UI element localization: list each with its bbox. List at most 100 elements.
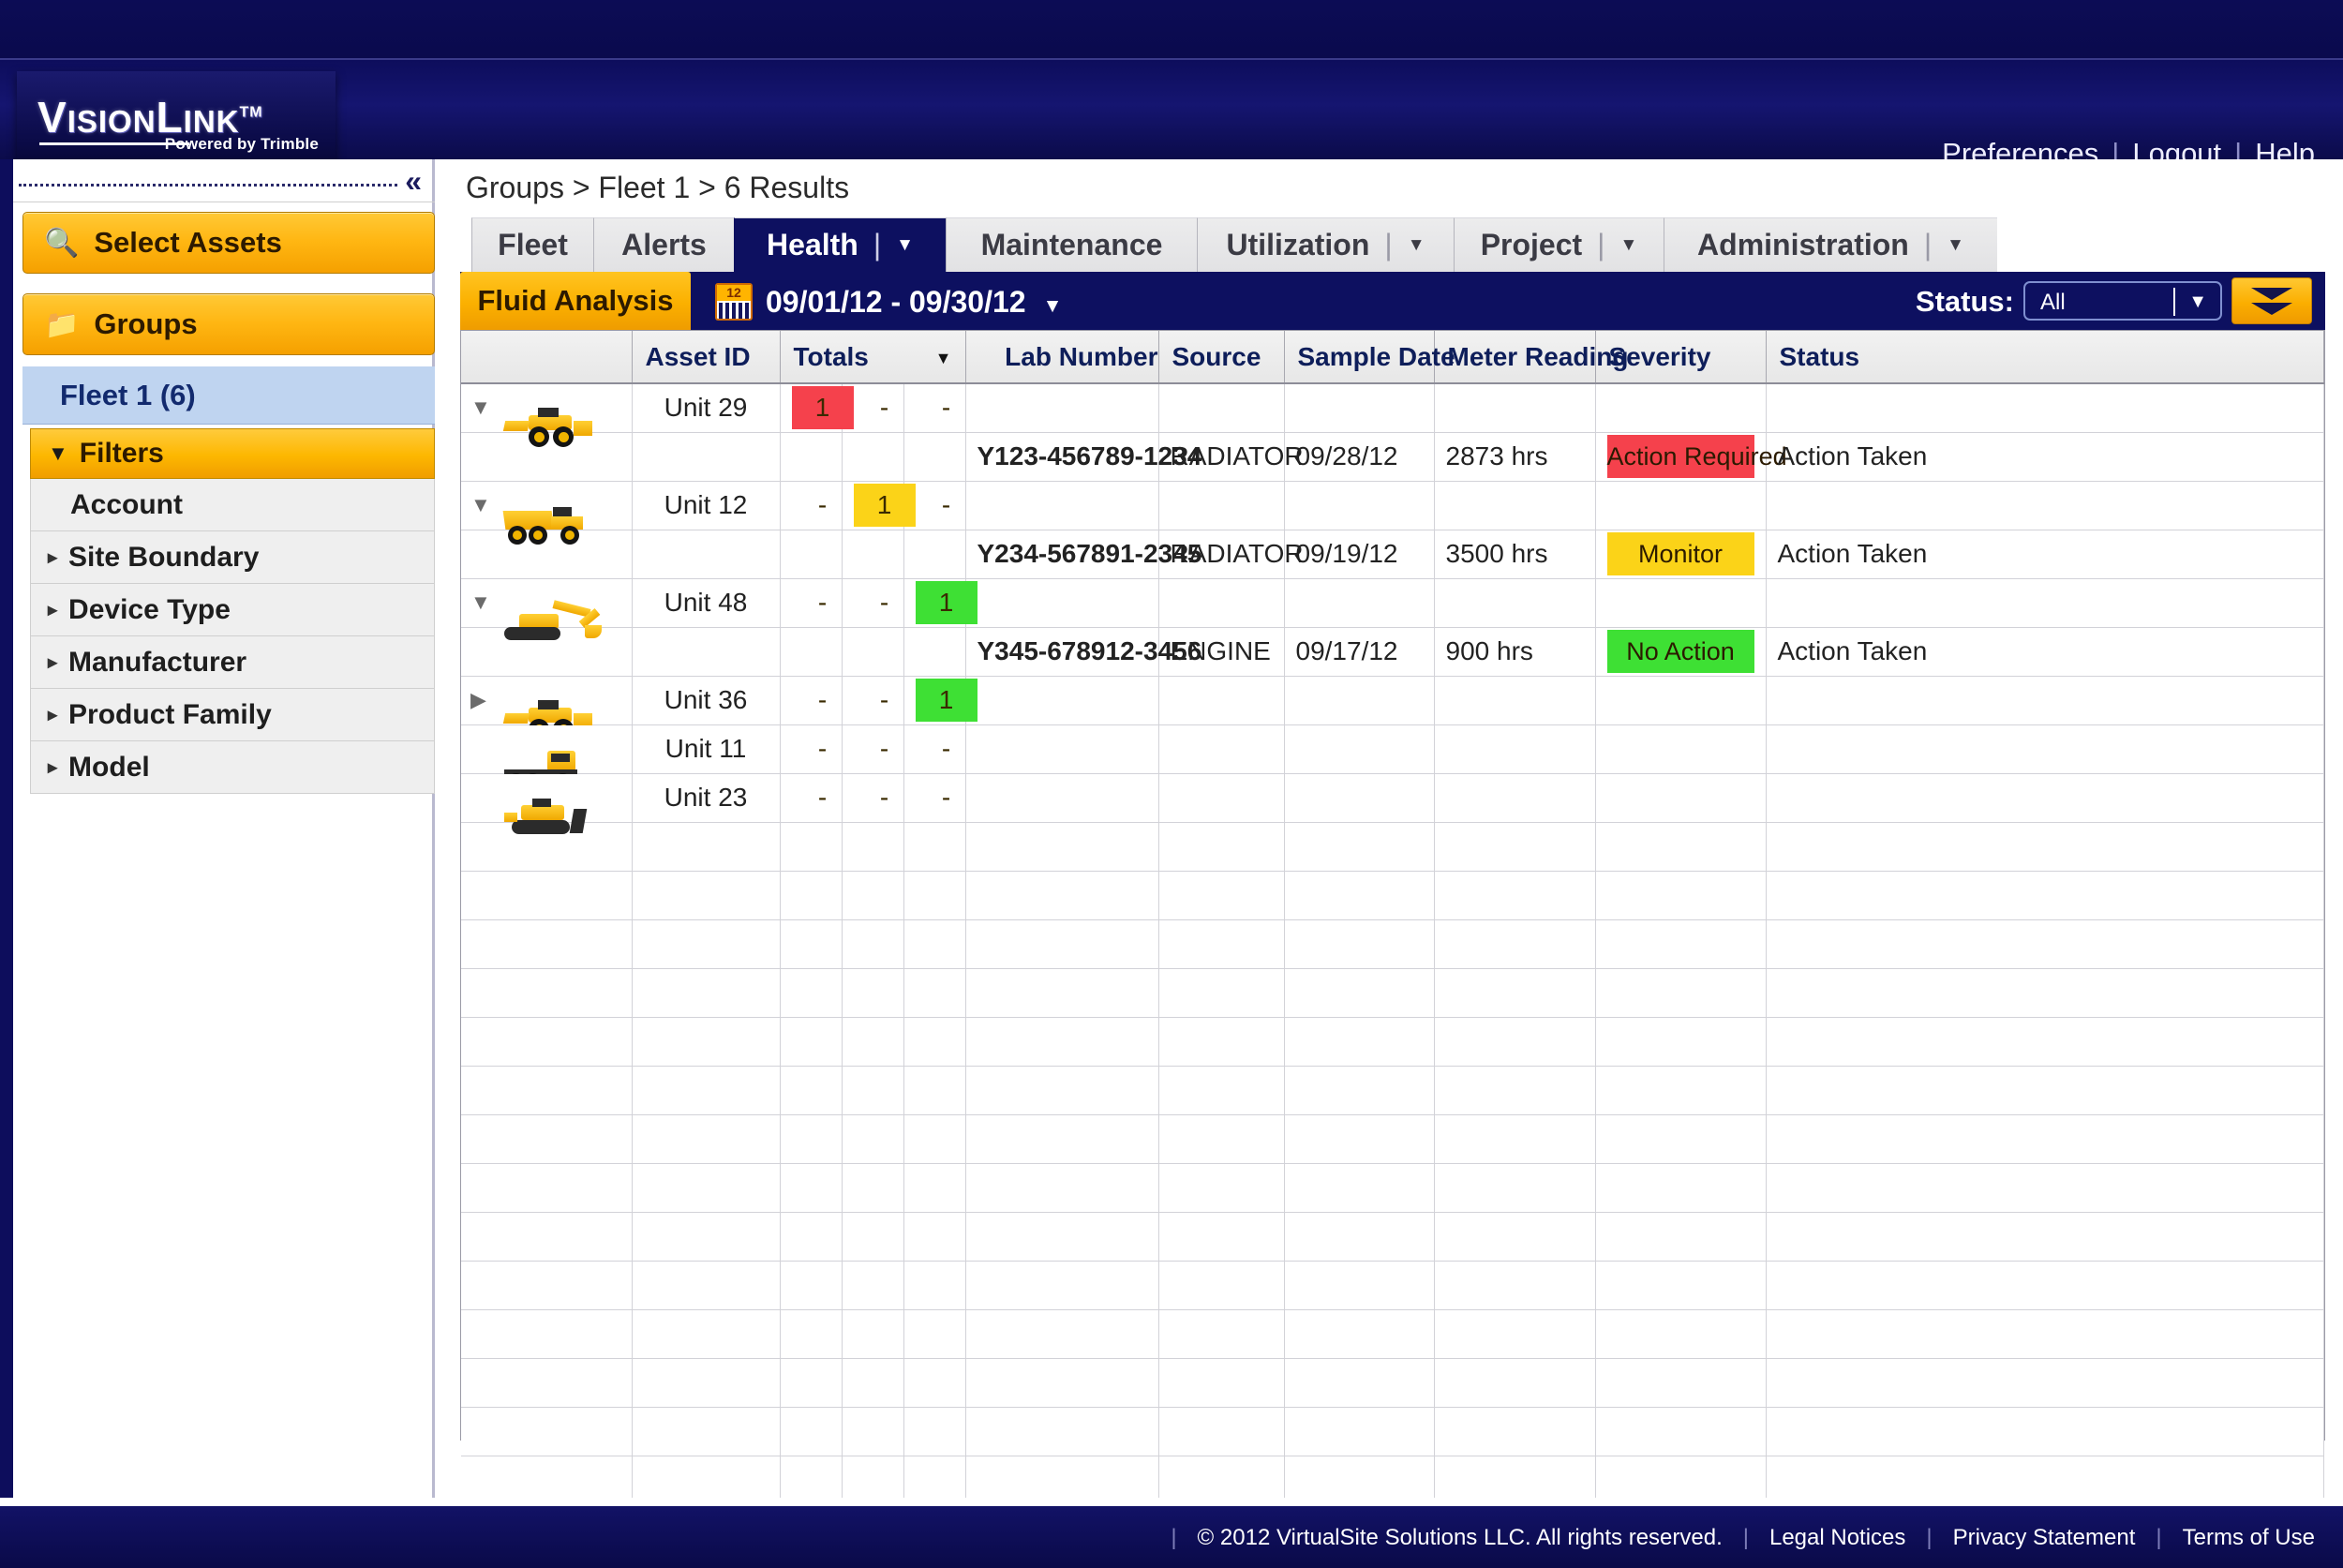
collapse-sidebar-icon[interactable]: « <box>405 165 422 197</box>
empty-cell <box>903 822 966 872</box>
asset-row[interactable]: Unit 23 - - - <box>461 773 2324 834</box>
filters-header[interactable]: ▼ Filters <box>30 428 435 479</box>
sort-caret-icon[interactable]: ▼ <box>935 349 952 368</box>
sample-detail-row[interactable]: Y345-678912-3456 ENGINE 09/17/12 900 hrs No … <box>461 627 2324 677</box>
search-icon: 🔍 <box>44 227 80 259</box>
asset-icon-cell[interactable]: ▼ <box>461 481 633 545</box>
empty-cell <box>1284 968 1435 1018</box>
tab-alerts[interactable]: Alerts <box>593 217 734 272</box>
sample-date-cell: 09/19/12 <box>1284 530 1435 579</box>
tab-health[interactable]: Health | ▼ <box>734 217 946 272</box>
status-select-value: All <box>2040 290 2066 315</box>
tab-maintenance[interactable]: Maintenance <box>946 217 1197 272</box>
empty-cell <box>1284 1017 1435 1067</box>
asset-icon-cell[interactable] <box>461 724 633 789</box>
footer-link-privacy-statement[interactable]: Privacy Statement <box>1953 1525 2136 1551</box>
empty-cell <box>1595 1017 1767 1067</box>
asset-icon-cell[interactable] <box>461 773 633 834</box>
chevron-down-icon[interactable]: ▼ <box>1619 235 1637 256</box>
filter-button[interactable] <box>2231 277 2312 324</box>
asset-row[interactable]: ▼ Unit 48- -1 <box>461 578 2324 640</box>
groups-button[interactable]: 📁 Groups <box>22 293 435 355</box>
empty-cell <box>965 968 1159 1018</box>
empty-table-row <box>461 1309 2324 1359</box>
empty-cell <box>1434 871 1596 920</box>
tab-project[interactable]: Project | ▼ <box>1454 217 1664 272</box>
asset-row[interactable]: ▼ Unit 12 -1- <box>461 481 2324 545</box>
column-header-status[interactable]: Status <box>1766 331 2324 384</box>
sample-date-cell: 09/17/12 <box>1284 627 1435 677</box>
expand-row-icon[interactable]: ▶ <box>470 688 486 712</box>
filter-item-device-type[interactable]: ▸ Device Type <box>30 584 435 636</box>
filter-item-product-family[interactable]: ▸ Product Family <box>30 689 435 741</box>
empty-cell <box>1595 1407 1767 1456</box>
asset-icon-cell[interactable]: ▼ <box>461 578 633 640</box>
lab-number-link[interactable]: Y345-678912-3456 <box>965 627 1201 677</box>
column-header-meter-reading[interactable]: Meter Reading <box>1434 331 1628 384</box>
column-header-severity[interactable]: Severity <box>1595 331 1767 384</box>
column-header-source[interactable]: Source <box>1158 331 1285 384</box>
tab-administration[interactable]: Administration | ▼ <box>1664 217 1997 272</box>
footer-link-terms-of-use[interactable]: Terms of Use <box>2183 1525 2315 1551</box>
empty-cell <box>965 676 1159 725</box>
chevron-down-icon[interactable]: ▼ <box>896 235 914 256</box>
total-severity-0[interactable]: - <box>780 773 843 823</box>
chevron-down-icon[interactable]: ▼ <box>1408 235 1425 256</box>
tab-fluid-analysis[interactable]: Fluid Analysis <box>460 272 691 330</box>
tab-utilization[interactable]: Utilization | ▼ <box>1197 217 1454 272</box>
total-severity-0[interactable]: 1 <box>780 383 854 433</box>
filter-item-site-boundary[interactable]: ▸ Site Boundary <box>30 531 435 584</box>
date-range-picker[interactable]: 09/01/12 - 09/30/12 ▼ <box>766 281 1062 327</box>
calendar-icon[interactable]: 12 <box>715 283 753 321</box>
empty-cell <box>1158 676 1285 725</box>
tab-strip: Fleet Alerts Health | ▼ Maintenance Utilizatio… <box>460 217 2325 272</box>
asset-icon-cell[interactable]: ▼ <box>461 383 633 448</box>
sample-detail-row[interactable]: Y123-456789-1234 RADIATOR 09/28/12 2873 hrs… <box>461 432 2324 482</box>
total-severity-0[interactable]: - <box>780 578 843 628</box>
meter-reading-cell: 2873 hrs <box>1434 432 1596 482</box>
column-header-asset-id[interactable]: Asset ID <box>632 331 781 384</box>
sidebar-collapse-row[interactable]: « <box>13 159 435 202</box>
total-count: - <box>879 393 889 423</box>
visionlink-logo[interactable]: VISIONLINKTM Powered by Trimble <box>17 71 336 172</box>
select-assets-button[interactable]: 🔍 Select Assets <box>22 212 435 274</box>
asset-row[interactable]: Unit 11 - - - <box>461 724 2324 789</box>
total-severity-0[interactable]: - <box>780 676 843 725</box>
asset-icon-cell[interactable]: ▶ <box>461 676 633 739</box>
empty-cell <box>461 1066 633 1115</box>
empty-table-row <box>461 1017 2324 1067</box>
lab-number-link[interactable]: Y123-456789-1234 <box>965 432 1201 482</box>
total-severity-0[interactable]: - <box>780 724 843 774</box>
asset-row[interactable]: ▼ Unit 29 1- - <box>461 383 2324 448</box>
empty-cell <box>1158 383 1285 433</box>
column-header-icon[interactable] <box>461 331 633 384</box>
sample-detail-row[interactable]: Y234-567891-2345 RADIATOR 09/19/12 3500 hrs… <box>461 530 2324 579</box>
empty-cell <box>965 773 1159 823</box>
filter-item-manufacturer[interactable]: ▸ Manufacturer <box>30 636 435 689</box>
tab-fleet[interactable]: Fleet <box>471 217 593 272</box>
total-severity-0[interactable]: - <box>780 481 843 530</box>
filter-item-label: Product Family <box>68 698 272 730</box>
chevron-down-icon[interactable]: ▼ <box>1947 235 1964 256</box>
footer-separator-3: | <box>2156 1525 2162 1550</box>
collapse-row-icon[interactable]: ▼ <box>470 493 491 517</box>
column-header-sample-date[interactable]: Sample Date <box>1284 331 1455 384</box>
column-header-lab-number[interactable]: Lab Number <box>965 331 1159 384</box>
sidebar-item-fleet-1[interactable]: Fleet 1 (6) <box>22 366 435 425</box>
empty-cell <box>1158 1163 1285 1213</box>
filter-item-model[interactable]: ▸ Model <box>30 741 435 794</box>
severity-cell: Action Required <box>1595 432 1787 482</box>
collapse-row-icon[interactable]: ▼ <box>470 590 491 615</box>
asset-row[interactable]: ▶ Unit 36- -1 <box>461 676 2324 739</box>
footer-link-legal-notices[interactable]: Legal Notices <box>1769 1525 1905 1551</box>
empty-cell <box>1434 1261 1596 1310</box>
empty-table-row <box>461 1114 2324 1164</box>
lab-number-link[interactable]: Y234-567891-2345 <box>965 530 1201 579</box>
fluid-analysis-table-container[interactable]: Asset ID Totals ▼ Lab Number Source Sample Da… <box>460 330 2325 1505</box>
collapse-row-icon[interactable]: ▼ <box>470 396 491 420</box>
filter-item-account[interactable]: Account <box>30 479 435 531</box>
status-select[interactable]: All ▼ <box>2023 281 2222 321</box>
footer-links: | © 2012 VirtualSite Solutions LLC. All r… <box>1150 1525 2315 1551</box>
tab-divider: | <box>1384 228 1393 261</box>
column-header-totals[interactable]: Totals ▼ <box>780 331 966 384</box>
